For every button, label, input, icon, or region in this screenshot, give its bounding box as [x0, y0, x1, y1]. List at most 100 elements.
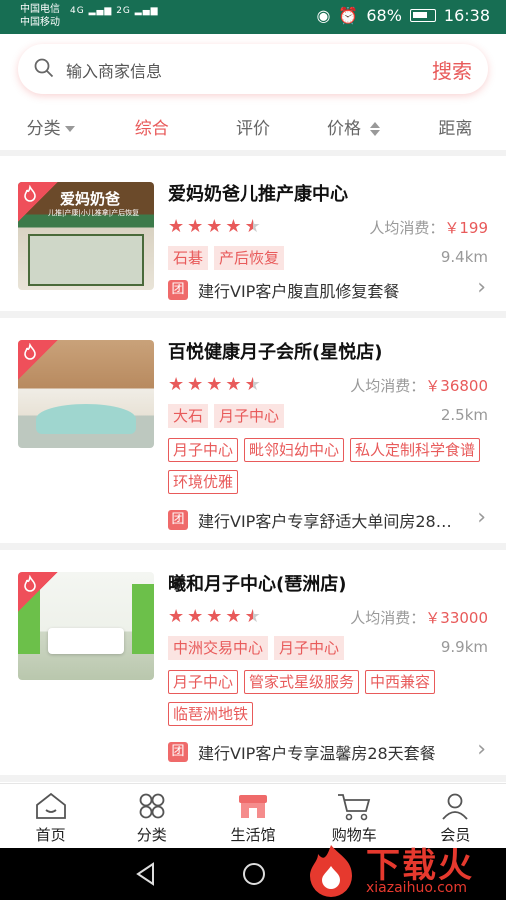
star-icon: ★ — [225, 606, 242, 627]
list-item[interactable]: 爱妈奶爸 儿推|产康|小儿推拿|产后恢复 爱妈奶爸儿推产康中心 ★ ★ ★ ★ ★ 人均… — [0, 160, 506, 318]
signal-icon: 4G ▂▄▆ 2G ▂▄▆ — [70, 6, 159, 16]
area-tag: 月子中心 — [274, 636, 345, 660]
rating-stars: ★ ★ ★ ★ ★ — [168, 375, 261, 395]
star-icon: ★ — [206, 216, 223, 237]
filter-distance[interactable]: 距离 — [405, 114, 506, 139]
filter-rating[interactable]: 评价 — [202, 114, 303, 139]
avg-price-value: ￥36800 — [425, 377, 488, 395]
member-icon — [442, 793, 469, 820]
list-item[interactable]: 百悦健康月子会所(星悦店) ★ ★ ★ ★ ★ 人均消费：￥36800 大石 月子中心 … — [0, 318, 506, 550]
merchant-thumbnail[interactable]: 爱妈奶爸 儿推|产康|小儿推拿|产后恢复 — [18, 182, 154, 290]
service-tag: 环境优雅 — [168, 470, 239, 494]
area-tag: 石碁 — [168, 246, 209, 270]
reception-desk-image — [36, 404, 136, 434]
offer-row[interactable]: 团 建行VIP客户腹直肌修复套餐 › — [168, 275, 488, 302]
flame-logo-icon — [310, 845, 352, 897]
shop-icon — [239, 795, 267, 818]
battery-percent: 68% — [366, 6, 402, 25]
avg-price: 人均消费：￥36800 — [350, 375, 488, 396]
search-button[interactable]: 搜索 — [432, 55, 472, 84]
tab-category[interactable]: 分类 — [101, 784, 202, 848]
service-tag: 中西兼容 — [365, 670, 436, 694]
battery-icon — [409, 9, 436, 22]
tab-lifestyle[interactable]: 生活馆 — [202, 784, 303, 848]
offer-row[interactable]: 团 建行VIP客户专享温馨房28天套餐 › — [168, 737, 488, 764]
half-star-icon: ★ — [244, 606, 261, 627]
tab-category-label: 分类 — [136, 826, 167, 844]
thumb-shop-subtitle: 儿推|产康|小儿推拿|产后恢复 — [48, 209, 140, 217]
star-icon: ★ — [206, 374, 223, 395]
offer-text: 建行VIP客户专享温馨房28天套餐 — [198, 744, 436, 763]
distance: 9.4km — [440, 248, 488, 266]
search-input[interactable]: 输入商家信息 — [66, 58, 162, 82]
home-circle-icon[interactable] — [241, 861, 267, 887]
star-icon: ★ — [187, 216, 204, 237]
star-icon: ★ — [225, 374, 242, 395]
merchant-name[interactable]: 爱妈奶爸儿推产康中心 — [168, 180, 348, 206]
chevron-right-icon: › — [477, 737, 486, 762]
service-tag: 临琶洲地铁 — [168, 702, 254, 726]
merchant-thumbnail[interactable] — [18, 340, 154, 448]
group-buy-icon: 团 — [168, 510, 188, 530]
avg-price: 人均消费：￥33000 — [350, 607, 488, 628]
star-icon: ★ — [187, 606, 204, 627]
filter-rating-label: 评价 — [236, 118, 270, 139]
list-item[interactable]: 曦和月子中心(琶洲店) ★ ★ ★ ★ ★ 人均消费：￥33000 中洲交易中心 月子中… — [0, 550, 506, 782]
distance: 9.9km — [440, 638, 488, 656]
search-icon — [34, 58, 54, 78]
star-icon: ★ — [168, 606, 185, 627]
merchant-thumbnail[interactable] — [18, 572, 154, 680]
avg-price: 人均消费：￥199 — [369, 217, 488, 238]
half-star-icon: ★ — [244, 216, 261, 237]
hot-badge — [18, 572, 58, 612]
tab-home[interactable]: 首页 — [0, 784, 101, 848]
distance: 2.5km — [440, 406, 488, 424]
avg-price-label: 人均消费： — [369, 219, 445, 237]
avg-price-value: ￥199 — [444, 219, 488, 237]
half-star-icon: ★ — [244, 374, 261, 395]
eye-icon: ◉ — [316, 6, 331, 25]
tab-lifestyle-label: 生活馆 — [230, 826, 276, 844]
filter-category[interactable]: 分类 — [0, 114, 101, 139]
service-tag: 月子中心 — [168, 670, 239, 694]
search-bar[interactable]: 输入商家信息 搜索 — [18, 44, 488, 94]
avg-price-label: 人均消费： — [350, 377, 426, 395]
service-tag: 月子中心 — [168, 438, 239, 462]
area-tag: 产后恢复 — [214, 246, 285, 270]
star-icon: ★ — [225, 216, 242, 237]
star-icon: ★ — [168, 216, 185, 237]
group-buy-icon: 团 — [168, 742, 188, 762]
category-icon — [139, 793, 165, 819]
hot-badge — [18, 182, 58, 222]
star-icon: ★ — [187, 374, 204, 395]
service-tag: 私人定制科学食谱 — [350, 438, 481, 462]
group-buy-icon: 团 — [168, 280, 188, 300]
filter-distance-label: 距离 — [438, 118, 473, 139]
offer-row[interactable]: 团 建行VIP客户专享舒适大单间房28天套餐 › — [168, 505, 488, 532]
filter-overall-label: 综合 — [134, 118, 169, 139]
carrier-1: 中国电信 — [20, 4, 60, 15]
filter-bar: 分类 综合 评价 价格 距离 — [0, 102, 506, 156]
status-bar: 中国电信 中国移动 4G ▂▄▆ 2G ▂▄▆ ◉ ⏰ 68% 16:38 — [0, 0, 506, 34]
merchant-name[interactable]: 百悦健康月子会所(星悦店) — [168, 338, 382, 364]
filter-price[interactable]: 价格 — [304, 114, 405, 139]
carrier-2: 中国移动 — [20, 17, 60, 28]
home-icon — [35, 792, 66, 819]
service-tags: 月子中心 毗邻妇幼中心 私人定制科学食谱 环境优雅 — [168, 438, 488, 494]
rating-stars: ★ ★ ★ ★ ★ — [168, 217, 261, 237]
star-icon: ★ — [206, 606, 223, 627]
thumb-shop-sign: 爱妈奶爸 — [60, 190, 121, 208]
filter-category-label: 分类 — [26, 118, 61, 139]
signal-label-2: 2G — [116, 6, 131, 16]
alarm-icon: ⏰ — [338, 6, 359, 25]
chevron-right-icon: › — [477, 505, 486, 530]
star-icon: ★ — [168, 374, 185, 395]
area-tag: 月子中心 — [214, 404, 285, 428]
watermark-logo: 下载火 xiazaihuo.com — [302, 838, 502, 900]
filter-overall[interactable]: 综合 — [101, 114, 202, 139]
service-tag: 毗邻妇幼中心 — [244, 438, 345, 462]
shop-door-image — [28, 234, 144, 286]
back-icon[interactable] — [134, 861, 158, 887]
merchant-name[interactable]: 曦和月子中心(琶洲店) — [168, 570, 346, 596]
chevron-right-icon: › — [477, 275, 486, 300]
